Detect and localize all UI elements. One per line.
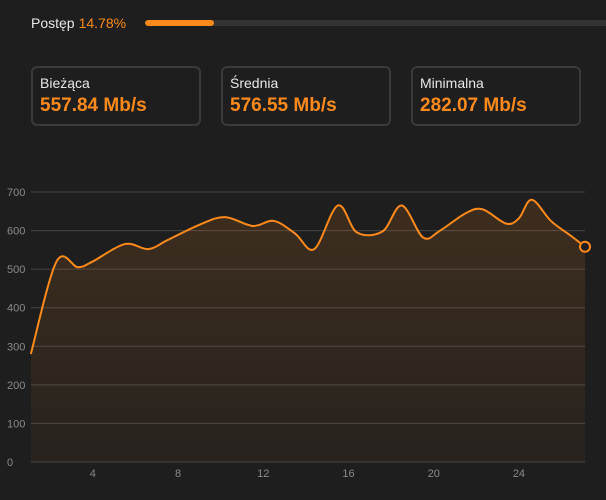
y-tick-label: 400 bbox=[7, 303, 25, 315]
x-tick-label: 12 bbox=[257, 468, 269, 480]
progress-bar bbox=[145, 20, 606, 26]
y-tick-label: 700 bbox=[7, 187, 25, 199]
x-tick-label: 4 bbox=[90, 468, 96, 480]
minimum-speed-value: 282.07 Mb/s bbox=[420, 95, 527, 116]
speed-test-panel: Postęp 14.78% Bieżąca 557.84 Mb/s Średni… bbox=[0, 0, 606, 500]
speed-chart: 0 100 200 300 400 500 600 700 4 8 12 16 20 24 bbox=[7, 187, 591, 480]
progress-row: Postęp 14.78% bbox=[31, 13, 606, 33]
y-tick-label: 100 bbox=[7, 418, 25, 430]
progress-label: Postęp bbox=[31, 15, 75, 31]
current-speed-label: Bieżąca bbox=[40, 75, 90, 91]
progress-bar-fill bbox=[145, 20, 215, 26]
average-speed-value: 576.55 Mb/s bbox=[230, 95, 337, 116]
x-tick-label: 16 bbox=[342, 468, 354, 480]
chart-area-layer bbox=[30, 198, 591, 462]
minimum-speed-label: Minimalna bbox=[420, 75, 484, 91]
y-tick-label: 300 bbox=[7, 341, 25, 353]
y-tick-label: 0 bbox=[7, 457, 13, 469]
x-tick-label: 20 bbox=[428, 468, 440, 480]
average-speed-card: Średnia 576.55 Mb/s bbox=[221, 66, 391, 126]
progress-percent: 14.78% bbox=[78, 15, 127, 31]
current-speed-card: Bieżąca 557.84 Mb/s bbox=[31, 66, 201, 126]
y-tick-label: 600 bbox=[7, 226, 25, 238]
average-speed-label: Średnia bbox=[230, 75, 279, 91]
x-tick-label: 8 bbox=[175, 468, 181, 480]
minimum-speed-card: Minimalna 282.07 Mb/s bbox=[411, 66, 581, 126]
current-speed-value: 557.84 Mb/s bbox=[40, 95, 147, 116]
y-tick-label: 200 bbox=[7, 380, 25, 392]
current-point-marker bbox=[579, 240, 591, 253]
y-tick-label: 500 bbox=[7, 264, 25, 276]
speed-area-fill bbox=[31, 199, 585, 462]
x-tick-label: 24 bbox=[513, 468, 525, 480]
